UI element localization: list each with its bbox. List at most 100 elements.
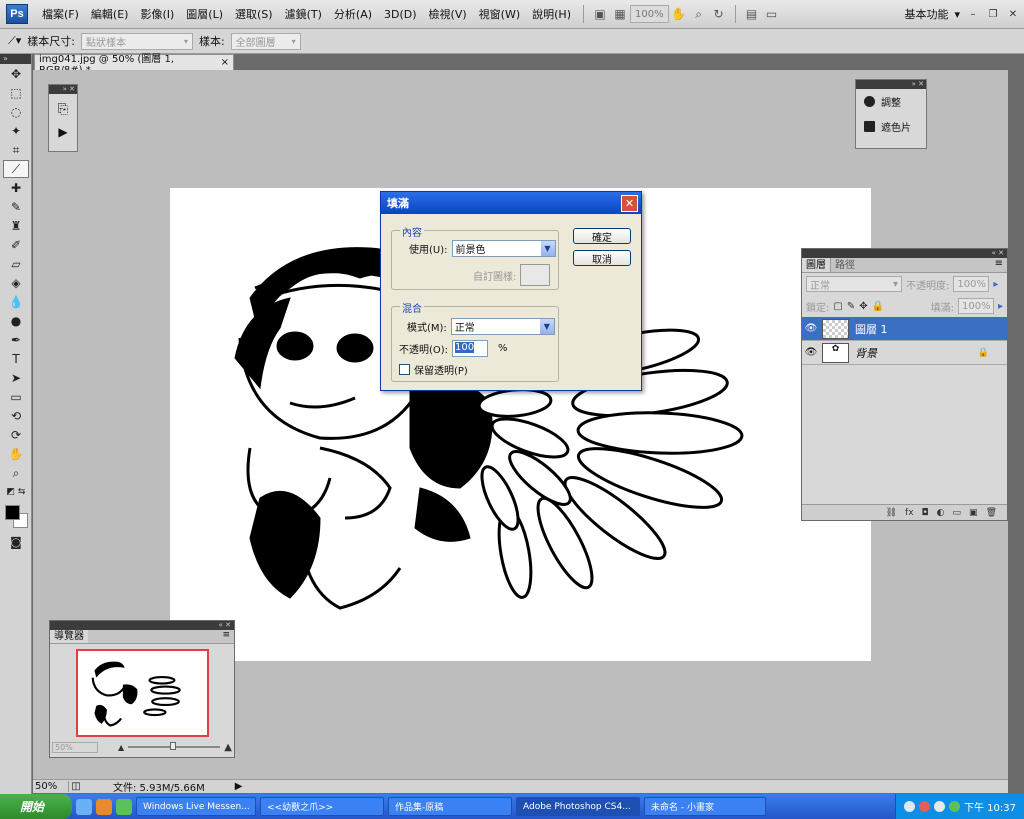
arrange-documents-icon[interactable]: ▤ <box>742 5 762 23</box>
panel-collapse-icon[interactable]: » ✕ <box>49 85 77 94</box>
chevron-right-icon[interactable]: ▸ <box>993 279 998 290</box>
task-folder[interactable]: 作品集-原稿 <box>388 797 512 816</box>
task-paint[interactable]: 未命名 - 小畫家 <box>644 797 766 816</box>
status-info-icon[interactable]: ◫ <box>69 781 83 792</box>
task-messenger[interactable]: Windows Live Messen... <box>136 797 256 816</box>
view-extras-icon[interactable]: ▦ <box>610 5 630 23</box>
layer-row[interactable]: 👁 圖層 1 <box>802 317 1007 341</box>
healing-brush-tool-icon[interactable]: ✚ <box>3 179 29 197</box>
menu-layer[interactable]: 圖層(L) <box>180 6 229 22</box>
ok-button[interactable]: 確定 <box>573 228 631 244</box>
document-tab[interactable]: img041.jpg @ 50% (圖層 1, RGB/8#) * × <box>34 54 234 76</box>
history-icon[interactable]: ⎘ <box>49 102 77 117</box>
lock-transparency-icon[interactable]: ▢ <box>833 301 842 312</box>
opacity-input[interactable]: 100 <box>452 340 489 357</box>
menu-help[interactable]: 說明(H) <box>526 6 577 22</box>
history-brush-tool-icon[interactable]: ✐ <box>3 236 29 254</box>
zoom-level-box[interactable]: 100% <box>629 5 669 23</box>
type-tool-icon[interactable]: T <box>3 350 29 368</box>
navigator-zoom-field[interactable]: 50% <box>52 741 98 753</box>
adjustment-layer-icon[interactable]: ◐ <box>937 508 945 518</box>
firefox-icon[interactable] <box>96 798 112 815</box>
marquee-tool-icon[interactable]: ⬚ <box>3 84 29 102</box>
use-select[interactable]: 前景色 ▼ <box>451 240 556 257</box>
hand-tool-icon[interactable]: ✋ <box>669 5 689 23</box>
task-photoshop[interactable]: Adobe Photoshop CS4... <box>516 797 640 816</box>
panel-collapse-icon[interactable]: « ✕ <box>802 249 1007 258</box>
lock-pixels-icon[interactable]: ✎ <box>847 301 855 312</box>
brush-tool-icon[interactable]: ✎ <box>3 198 29 216</box>
eye-icon[interactable]: 👁 <box>802 323 820 334</box>
new-group-icon[interactable]: ▭ <box>953 508 962 518</box>
quick-mask-icon[interactable]: ◙ <box>3 533 29 551</box>
menu-analysis[interactable]: 分析(A) <box>328 6 378 22</box>
lock-all-icon[interactable]: 🔒 <box>872 301 884 312</box>
hand-tool-icon[interactable]: ✋ <box>3 445 29 463</box>
status-menu-icon[interactable]: ▶ <box>235 781 243 792</box>
blend-mode-select[interactable]: 正常 ▾ <box>806 276 902 292</box>
eye-icon[interactable]: 👁 <box>802 347 820 358</box>
minimize-icon[interactable]: – <box>966 7 980 21</box>
cancel-button[interactable]: 取消 <box>573 250 631 266</box>
shape-tool-icon[interactable]: ▭ <box>3 388 29 406</box>
tab-paths[interactable]: 路徑 <box>831 258 859 272</box>
eyedropper-tool-icon[interactable]: ⟋ <box>3 160 29 178</box>
menu-view[interactable]: 檢視(V) <box>423 6 473 22</box>
start-button[interactable]: 開始 <box>0 794 72 819</box>
navigator-preview[interactable] <box>76 649 209 737</box>
tab-layers[interactable]: 圖層 <box>802 258 831 272</box>
restore-icon[interactable]: ❐ <box>986 7 1000 21</box>
rotate-view-icon[interactable]: ↻ <box>709 5 729 23</box>
eyedropper-tool-icon[interactable]: ⟋▾ <box>8 34 21 48</box>
menu-file[interactable]: 檔案(F) <box>36 6 85 22</box>
workspace-switcher[interactable]: 基本功能 ▾ – ❐ ✕ <box>904 6 1024 22</box>
pen-tool-icon[interactable]: ✒ <box>3 331 29 349</box>
trash-icon[interactable]: 🗑 <box>986 508 997 518</box>
messenger-tray-icon[interactable] <box>949 801 960 812</box>
close-icon[interactable]: ✕ <box>1006 7 1020 21</box>
menu-filter[interactable]: 濾鏡(T) <box>279 6 328 22</box>
adjustments-item[interactable]: 調整 <box>856 89 926 114</box>
foreground-color-swatch[interactable] <box>5 505 20 520</box>
status-zoom[interactable]: 50% <box>33 781 69 792</box>
menu-image[interactable]: 影像(I) <box>134 6 180 22</box>
lock-position-icon[interactable]: ✥ <box>859 301 867 312</box>
messenger-icon[interactable] <box>116 798 132 815</box>
panel-collapse-icon[interactable]: » ✕ <box>856 80 926 89</box>
paint-bucket-tool-icon[interactable]: ◈ <box>3 274 29 292</box>
panel-menu-icon[interactable]: ≡ <box>222 630 234 643</box>
magic-wand-tool-icon[interactable]: ✦ <box>3 122 29 140</box>
default-colors-icon[interactable]: ◩ ⇆ <box>3 483 29 501</box>
zoom-tool-icon[interactable]: ⌕ <box>689 5 709 23</box>
menu-3d[interactable]: 3D(D) <box>378 8 423 21</box>
layer-style-icon[interactable]: fx <box>905 508 914 518</box>
zoom-in-icon[interactable]: ▲ <box>224 742 232 753</box>
menu-edit[interactable]: 編輯(E) <box>85 6 135 22</box>
layer-row[interactable]: 👁 ✿ 背景 🔒 <box>802 341 1007 365</box>
opacity-field[interactable]: 100% <box>953 276 990 292</box>
bridge-icon[interactable]: ▣ <box>590 5 610 23</box>
tab-navigator[interactable]: 導覽器 <box>50 630 88 643</box>
zoom-slider[interactable] <box>128 742 221 750</box>
close-icon[interactable]: × <box>221 57 229 68</box>
eraser-tool-icon[interactable]: ▱ <box>3 255 29 273</box>
sample-layers-select[interactable]: 全部圖層 ▾ <box>230 32 301 50</box>
menu-select[interactable]: 選取(S) <box>229 6 279 22</box>
antivirus-icon[interactable] <box>919 801 930 812</box>
path-selection-tool-icon[interactable]: ➤ <box>3 369 29 387</box>
dodge-tool-icon[interactable]: ● <box>3 312 29 330</box>
clock[interactable]: 下午 10:37 <box>964 799 1016 814</box>
zoom-out-icon[interactable]: ▲ <box>118 743 124 752</box>
menu-window[interactable]: 視窗(W) <box>473 6 526 22</box>
ie-icon[interactable] <box>76 798 92 815</box>
mode-select[interactable]: 正常 ▼ <box>450 318 555 335</box>
preserve-transparency-label[interactable]: 保留透明(P) <box>414 362 468 377</box>
zoom-tool-icon[interactable]: ⌕ <box>3 464 29 482</box>
masks-item[interactable]: 遮色片 <box>856 114 926 139</box>
screen-mode-icon[interactable]: ▭ <box>762 5 782 23</box>
link-layers-icon[interactable]: ⛓ <box>886 508 897 518</box>
preserve-transparency-checkbox[interactable] <box>399 364 410 375</box>
workspace-label[interactable]: 基本功能 <box>904 6 948 22</box>
actions-icon[interactable]: ▶ <box>49 125 77 139</box>
sample-size-select[interactable]: 點狀樣本 ▾ <box>80 32 193 50</box>
